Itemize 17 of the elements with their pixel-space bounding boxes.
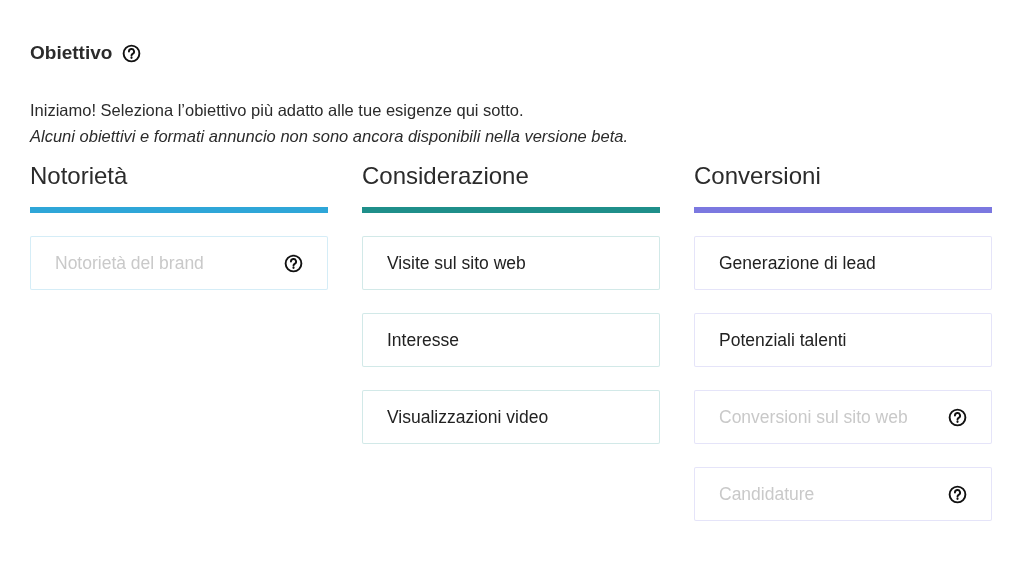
category-title: Considerazione	[362, 161, 530, 191]
section-title: Obiettivo	[30, 42, 113, 64]
objective-option[interactable]: Potenziali talenti	[694, 313, 992, 367]
objective-label: Interesse	[387, 329, 459, 351]
beta-note: Alcuni obiettivi e formati annuncio non sono ancora disponibili nella versione beta.	[30, 126, 630, 147]
objective-label: Visualizzazioni video	[387, 406, 549, 428]
objective-option[interactable]: Generazione di lead	[694, 236, 992, 290]
objective-option[interactable]: Interesse	[362, 313, 660, 367]
category-title: Conversioni	[694, 161, 822, 191]
objective-label: Visite sul sito web	[387, 252, 526, 274]
intro-text: Iniziamo! Seleziona l’obiettivo più adatto alle tue esigenze qui sotto.	[30, 100, 525, 121]
objective-option[interactable]: Visite sul sito web	[362, 236, 660, 290]
objective-label: Potenziali talenti	[719, 329, 847, 351]
help-icon[interactable]	[122, 43, 142, 63]
category-title: Notorietà	[30, 161, 129, 191]
objective-option[interactable]: Visualizzazioni video	[362, 390, 660, 444]
objective-label: Generazione di lead	[719, 252, 876, 274]
